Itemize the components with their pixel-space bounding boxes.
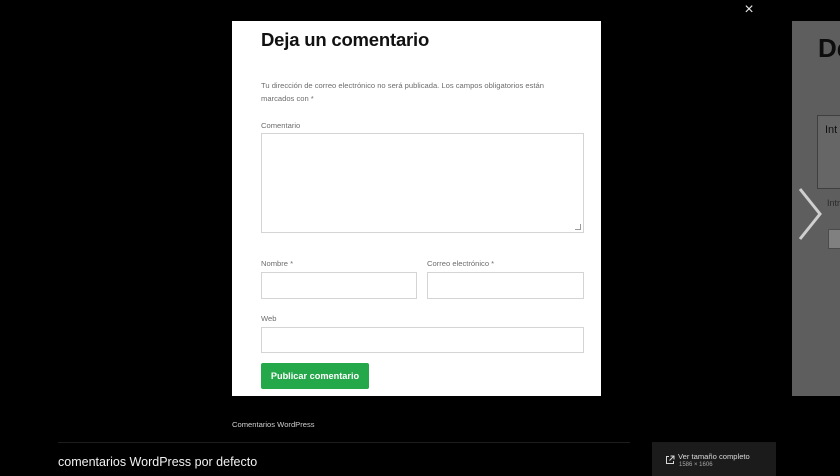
- image-title: comentarios WordPress por defecto: [58, 455, 258, 469]
- required-fields-notice: Tu dirección de correo electrónico no se…: [261, 81, 544, 103]
- email-label: Correo electrónico *: [427, 259, 495, 268]
- resize-handle-icon[interactable]: [575, 224, 581, 230]
- lightbox-image: Deja un comentario Tu dirección de corre…: [232, 21, 601, 396]
- close-icon[interactable]: ×: [741, 2, 757, 18]
- external-link-icon: [665, 452, 675, 464]
- next-slide-heading: De: [818, 33, 840, 63]
- view-full-size-button[interactable]: Ver tamaño completo 1586 × 1606: [652, 442, 776, 476]
- website-field[interactable]: [261, 327, 584, 353]
- next-slide-text: Intr: [827, 198, 840, 208]
- next-slide-textbox-text: Int: [825, 124, 838, 136]
- name-field[interactable]: [261, 272, 417, 299]
- website-label: Web: [261, 314, 277, 323]
- next-slide-thumbnail: [828, 229, 840, 249]
- name-label: Nombre *: [261, 259, 294, 268]
- view-full-size-label: Ver tamaño completo: [678, 452, 750, 461]
- email-field[interactable]: [427, 272, 584, 299]
- next-arrow-icon[interactable]: [795, 186, 825, 242]
- divider: [58, 442, 630, 443]
- submit-comment-button[interactable]: Publicar comentario: [261, 363, 369, 389]
- image-dimensions: 1586 × 1606: [679, 462, 713, 468]
- image-caption: Comentarios WordPress: [232, 420, 315, 429]
- comment-textarea[interactable]: [261, 133, 584, 233]
- comment-form-title: Deja un comentario: [261, 29, 430, 50]
- comment-label: Comentario: [261, 121, 301, 130]
